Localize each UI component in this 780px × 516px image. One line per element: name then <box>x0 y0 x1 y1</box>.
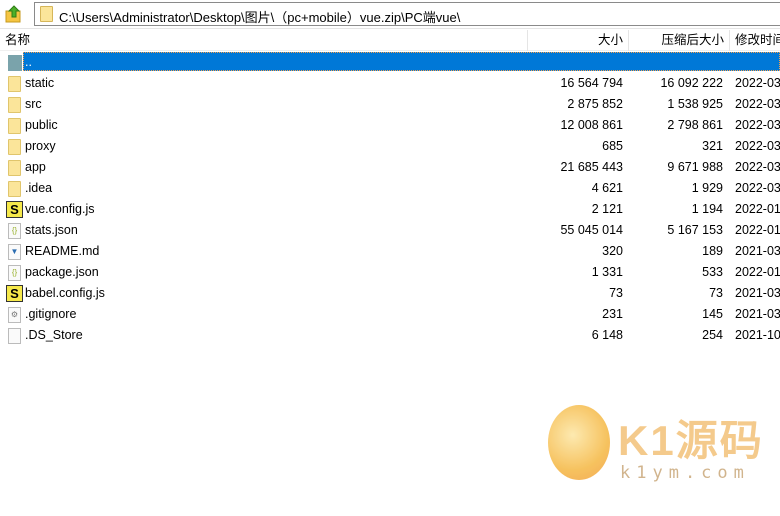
file-name: README.md <box>25 244 100 258</box>
file-size: 231 <box>602 307 623 321</box>
file-packed-size: 1 194 <box>691 202 723 216</box>
file-packed-size: 189 <box>702 244 723 258</box>
file-row[interactable]: src 2 875 852 1 538 925 2022-03 <box>0 94 780 115</box>
file-row[interactable]: proxy 685 321 2022-03 <box>0 136 780 157</box>
file-modified: 2022-01 <box>735 265 780 279</box>
file-packed-size: 2 798 861 <box>667 118 723 132</box>
file-list: .. static 16 564 794 16 092 222 2022-03 src 2 … <box>0 52 780 346</box>
file-size: 4 621 <box>591 181 623 195</box>
file-packed-size: 16 092 222 <box>660 76 723 90</box>
file-packed-size: 5 167 153 <box>667 223 723 237</box>
file-packed-size: 1 929 <box>691 181 723 195</box>
toolbar: C:\Users\Administrator\Desktop\图片\（pc+mo… <box>0 0 780 29</box>
file-modified: 2022-01 <box>735 202 780 216</box>
file-row[interactable]: Svue.config.js 2 121 1 194 2022-01 <box>0 199 780 220</box>
json-file-icon: {} <box>8 265 21 281</box>
file-icon <box>8 328 21 344</box>
file-row[interactable]: ▼ README.md 320 189 2021-03 <box>0 241 780 262</box>
file-size: 6 148 <box>591 328 623 342</box>
js-file-icon: S <box>6 201 23 218</box>
address-path[interactable]: C:\Users\Administrator\Desktop\图片\（pc+mo… <box>59 7 460 26</box>
config-file-icon: ⚙ <box>8 307 21 323</box>
folder-icon <box>8 76 21 92</box>
file-modified: 2021-10 <box>735 328 780 342</box>
file-size: 21 685 443 <box>560 160 623 174</box>
file-modified: 2021-03 <box>735 244 780 258</box>
folder-icon <box>8 118 21 134</box>
file-row[interactable]: Sbabel.config.js 73 73 2021-03 <box>0 283 780 304</box>
file-size: 2 121 <box>591 202 623 216</box>
file-modified: 2021-03 <box>735 307 780 321</box>
file-packed-size: 1 538 925 <box>667 97 723 111</box>
file-row[interactable]: {} stats.json 55 045 014 5 167 153 2022-01 <box>0 220 780 241</box>
file-row[interactable]: static 16 564 794 16 092 222 2022-03 <box>0 73 780 94</box>
file-packed-size: 321 <box>702 139 723 153</box>
file-row[interactable]: public 12 008 861 2 798 861 2022-03 <box>0 115 780 136</box>
file-name: .. <box>25 55 32 69</box>
folder-icon <box>8 97 21 113</box>
column-header: 名称 大小 压缩后大小 修改时间 <box>0 30 780 51</box>
folder-icon <box>8 139 21 155</box>
file-name: .idea <box>25 181 53 195</box>
file-row[interactable]: .. <box>0 52 780 73</box>
folder-icon <box>40 6 53 22</box>
file-modified: 2022-01 <box>735 223 780 237</box>
file-packed-size: 533 <box>702 265 723 279</box>
file-name: vue.config.js <box>25 202 95 216</box>
watermark-brand: K1源码 <box>618 417 764 464</box>
file-size: 16 564 794 <box>560 76 623 90</box>
file-size: 1 331 <box>591 265 623 279</box>
file-modified: 2021-03 <box>735 286 780 300</box>
json-file-icon: {} <box>8 223 21 239</box>
markdown-file-icon: ▼ <box>8 244 21 260</box>
file-row[interactable]: ⚙ .gitignore 231 145 2021-03 <box>0 304 780 325</box>
file-modified: 2022-03 <box>735 139 780 153</box>
file-size: 2 875 852 <box>567 97 623 111</box>
file-name: src <box>25 97 42 111</box>
js-file-icon: S <box>6 285 23 302</box>
file-packed-size: 73 <box>709 286 723 300</box>
file-name: .gitignore <box>25 307 77 321</box>
file-name: static <box>25 76 55 90</box>
column-packed-size[interactable]: 压缩后大小 <box>629 30 730 51</box>
watermark-logo: K1源码 k1ym.com <box>548 405 778 495</box>
file-name: babel.config.js <box>25 286 105 300</box>
column-name[interactable]: 名称 <box>0 30 528 51</box>
file-name: public <box>25 118 58 132</box>
address-bar[interactable]: C:\Users\Administrator\Desktop\图片\（pc+mo… <box>34 2 780 26</box>
file-size: 685 <box>602 139 623 153</box>
file-row[interactable]: .DS_Store 6 148 254 2021-10 <box>0 325 780 346</box>
file-row[interactable]: .idea 4 621 1 929 2022-03 <box>0 178 780 199</box>
file-name: proxy <box>25 139 56 153</box>
column-modified[interactable]: 修改时间 <box>730 30 780 51</box>
file-size: 12 008 861 <box>560 118 623 132</box>
folder-icon <box>8 181 21 197</box>
file-packed-size: 145 <box>702 307 723 321</box>
file-modified: 2022-03 <box>735 160 780 174</box>
file-size: 55 045 014 <box>560 223 623 237</box>
logo-mark <box>548 405 610 480</box>
file-modified: 2022-03 <box>735 181 780 195</box>
file-row[interactable]: app 21 685 443 9 671 988 2022-03 <box>0 157 780 178</box>
file-modified: 2022-03 <box>735 118 780 132</box>
folder-up-icon[interactable] <box>5 5 23 23</box>
file-size: 73 <box>609 286 623 300</box>
file-packed-size: 254 <box>702 328 723 342</box>
column-size[interactable]: 大小 <box>528 30 629 51</box>
file-packed-size: 9 671 988 <box>667 160 723 174</box>
file-name: app <box>25 160 46 174</box>
file-size: 320 <box>602 244 623 258</box>
file-row[interactable]: {} package.json 1 331 533 2022-01 <box>0 262 780 283</box>
file-modified: 2022-03 <box>735 76 780 90</box>
folder-icon <box>8 160 21 176</box>
file-name: package.json <box>25 265 99 279</box>
watermark-url: k1ym.com <box>620 463 750 483</box>
file-name: .DS_Store <box>25 328 83 342</box>
file-modified: 2022-03 <box>735 97 780 111</box>
parent-folder-icon <box>8 55 22 71</box>
file-name: stats.json <box>25 223 78 237</box>
